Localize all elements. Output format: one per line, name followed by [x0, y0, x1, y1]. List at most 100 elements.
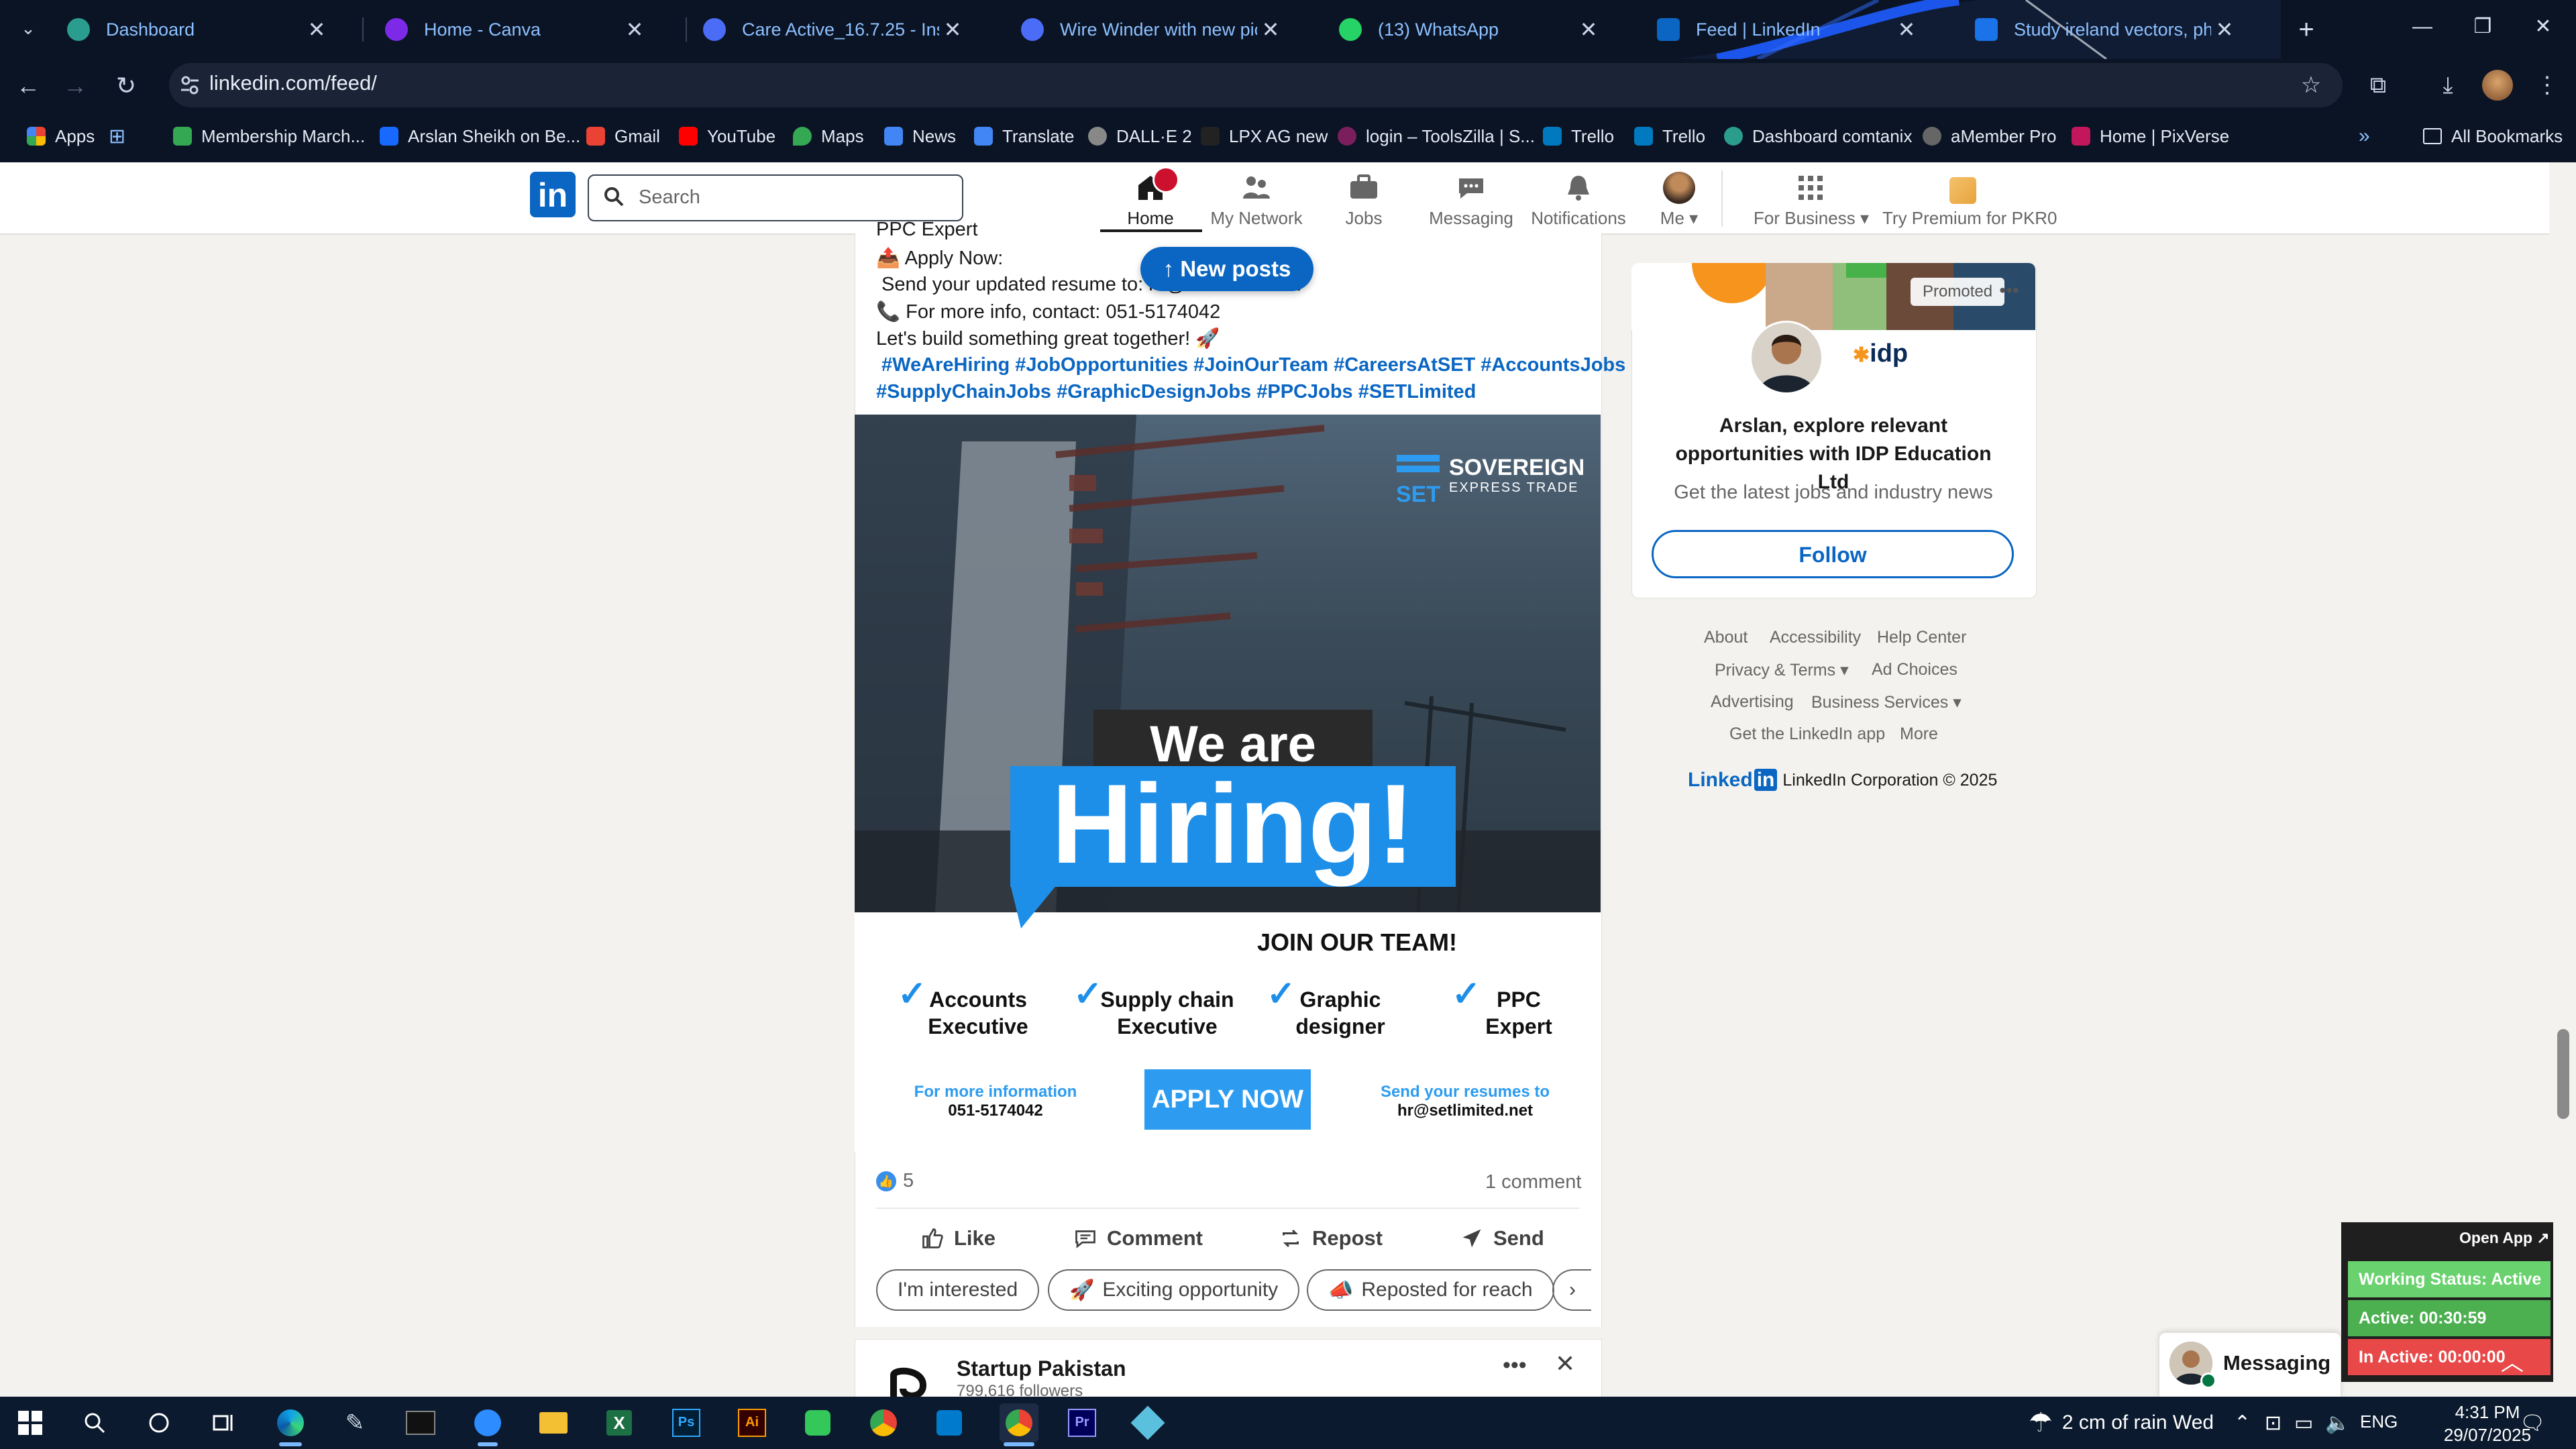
- close-tab-icon[interactable]: ✕: [303, 17, 330, 42]
- bookmark-apps[interactable]: Apps: [27, 121, 95, 152]
- browser-menu-icon[interactable]: ⋮: [2528, 66, 2567, 105]
- repost-button[interactable]: Repost: [1279, 1220, 1383, 1257]
- bookmark-translate[interactable]: Translate: [974, 121, 1074, 152]
- tracker-app-icon[interactable]: [1128, 1403, 1167, 1442]
- bookmark-dalle[interactable]: DALL·E 2: [1088, 121, 1192, 152]
- bookmark-news[interactable]: News: [884, 121, 956, 152]
- footer-adchoices-link[interactable]: Ad Choices: [1872, 660, 1957, 680]
- restore-window-button[interactable]: ❐: [2453, 0, 2513, 54]
- suggested-comment-exciting[interactable]: 🚀 Exciting opportunity: [1048, 1269, 1300, 1311]
- more-options-icon[interactable]: •••: [1994, 278, 2025, 306]
- terminal-icon[interactable]: [401, 1403, 440, 1442]
- send-button[interactable]: Send: [1460, 1220, 1544, 1257]
- footer-business-link[interactable]: Business Services ▾: [1811, 692, 1962, 712]
- chevron-up-icon[interactable]: ⌃: [2234, 1411, 2251, 1435]
- close-tab-icon[interactable]: ✕: [2211, 17, 2238, 42]
- browser-tab-wire-winder[interactable]: Wire Winder with new pictures ✕: [981, 5, 1296, 54]
- bookmark-toolszilla[interactable]: login – ToolsZilla | S...: [1338, 121, 1535, 152]
- forward-button[interactable]: →: [56, 67, 94, 105]
- bookmark-pixverse[interactable]: Home | PixVerse: [2072, 121, 2229, 152]
- reactions-count[interactable]: 👍 5: [876, 1170, 914, 1192]
- footer-about-link[interactable]: About: [1704, 628, 1748, 647]
- chrome-active-icon[interactable]: [1000, 1403, 1038, 1442]
- browser-tab-whatsapp[interactable]: (13) WhatsApp ✕: [1299, 5, 1614, 54]
- footer-privacy-link[interactable]: Privacy & Terms ▾: [1715, 660, 1849, 680]
- bookmark-dashboard-comtanix[interactable]: Dashboard comtanix: [1724, 121, 1912, 152]
- close-tab-icon[interactable]: ✕: [1893, 17, 1920, 42]
- url-text[interactable]: linkedin.com/feed/: [209, 71, 377, 95]
- bookmark-membership[interactable]: Membership March...: [173, 121, 365, 152]
- volume-icon[interactable]: 🔈: [2325, 1411, 2350, 1435]
- page-scrollbar[interactable]: [2549, 162, 2576, 1395]
- bookmark-amember[interactable]: aMember Pro: [1923, 121, 2057, 152]
- suggested-comment-interested[interactable]: I'm interested: [876, 1269, 1040, 1311]
- profile-avatar[interactable]: [2478, 66, 2517, 105]
- post-hashtags-line2[interactable]: #SupplyChainJobs #GraphicDesignJobs #PPC…: [876, 381, 1476, 403]
- phone-app-icon[interactable]: [798, 1403, 837, 1442]
- comments-count[interactable]: 1 comment: [1485, 1171, 1581, 1193]
- illustrator-icon[interactable]: Ai: [733, 1403, 771, 1442]
- bookmark-lpx[interactable]: LPX AG new: [1201, 121, 1328, 152]
- close-tab-icon[interactable]: ✕: [1575, 17, 1602, 42]
- file-explorer-icon[interactable]: [534, 1403, 573, 1442]
- chips-next-chevron-icon[interactable]: ›: [1552, 1269, 1591, 1311]
- all-bookmarks[interactable]: All Bookmarks: [2423, 121, 2563, 152]
- notification-center-icon[interactable]: 🗨: [2520, 1411, 2545, 1435]
- address-bar[interactable]: [169, 63, 2343, 107]
- bookmark-grid[interactable]: ⊞: [109, 121, 125, 152]
- photoshop-icon[interactable]: Ps: [667, 1403, 706, 1442]
- follow-button[interactable]: Follow: [1652, 530, 2014, 578]
- downloads-icon[interactable]: ⤓: [2428, 66, 2467, 105]
- task-view-icon[interactable]: [204, 1403, 243, 1442]
- nav-me[interactable]: Me ▾: [1629, 169, 1729, 229]
- edge-icon[interactable]: [271, 1403, 310, 1442]
- reload-button[interactable]: ↻: [107, 67, 145, 105]
- nav-try-premium[interactable]: Try Premium for PKR0: [1882, 169, 2057, 229]
- browser-tab-canva[interactable]: Home - Canva ✕: [345, 5, 660, 54]
- more-options-icon[interactable]: •••: [1503, 1352, 1527, 1379]
- input-language[interactable]: ENG: [2360, 1411, 2398, 1432]
- weather-widget[interactable]: ☂ 2 cm of rain Wed: [2029, 1407, 2214, 1438]
- like-button[interactable]: Like: [920, 1220, 996, 1257]
- pen-tool-icon[interactable]: ✎: [335, 1403, 374, 1442]
- linkedin-logo-icon[interactable]: in: [530, 172, 576, 217]
- more-bookmarks-chevron-icon[interactable]: »: [2359, 121, 2370, 152]
- nav-notifications[interactable]: Notifications: [1521, 169, 1635, 229]
- cortana-icon[interactable]: [140, 1403, 178, 1442]
- bookmark-maps[interactable]: Maps: [793, 121, 864, 152]
- footer-advertising-link[interactable]: Advertising: [1711, 692, 1794, 712]
- vscode-icon[interactable]: [930, 1403, 969, 1442]
- taskbar-search-icon[interactable]: [75, 1403, 114, 1442]
- windows-start-icon[interactable]: [11, 1403, 50, 1442]
- new-tab-button[interactable]: +: [2288, 11, 2325, 48]
- site-info-icon[interactable]: [178, 74, 201, 97]
- browser-tab-dashboard[interactable]: Dashboard ✕: [27, 5, 342, 54]
- close-window-button[interactable]: ✕: [2513, 0, 2573, 54]
- excel-icon[interactable]: X: [600, 1403, 639, 1442]
- bookmark-star-icon[interactable]: ☆: [2292, 66, 2330, 105]
- post2-author-name[interactable]: Startup Pakistan: [957, 1356, 1126, 1381]
- footer-accessibility-link[interactable]: Accessibility: [1770, 628, 1861, 647]
- bookmark-gmail[interactable]: Gmail: [586, 121, 660, 152]
- bookmark-youtube[interactable]: YouTube: [679, 121, 775, 152]
- footer-getapp-link[interactable]: Get the LinkedIn app: [1729, 724, 1885, 744]
- browser-tab-instagram[interactable]: Care Active_16.7.25 - Instagram ✕: [663, 5, 978, 54]
- extensions-icon[interactable]: ⧉: [2359, 66, 2398, 105]
- footer-more-link[interactable]: More: [1900, 724, 1938, 744]
- chevron-up-icon[interactable]: ︿: [2501, 1344, 2524, 1377]
- nav-jobs[interactable]: Jobs: [1307, 169, 1421, 229]
- premiere-icon[interactable]: Pr: [1063, 1403, 1102, 1442]
- bookmark-behance[interactable]: Arslan Sheikh on Be...: [380, 121, 580, 152]
- comment-button[interactable]: Comment: [1073, 1220, 1203, 1257]
- bookmark-trello-1[interactable]: Trello: [1543, 121, 1614, 152]
- meet-now-icon[interactable]: ⊡: [2265, 1411, 2282, 1435]
- browser-tab-linkedin-active[interactable]: Feed | LinkedIn ✕: [1617, 5, 1932, 54]
- scrollbar-thumb[interactable]: [2557, 1029, 2569, 1119]
- nav-my-network[interactable]: My Network: [1199, 169, 1313, 229]
- zoom-icon[interactable]: [468, 1403, 507, 1442]
- close-tab-icon[interactable]: ✕: [1257, 17, 1284, 42]
- chrome-icon[interactable]: [864, 1403, 903, 1442]
- suggested-comment-reposted[interactable]: 📣 Reposted for reach: [1307, 1269, 1554, 1311]
- nav-for-business[interactable]: For Business ▾: [1754, 169, 1869, 229]
- back-button[interactable]: ←: [9, 67, 47, 105]
